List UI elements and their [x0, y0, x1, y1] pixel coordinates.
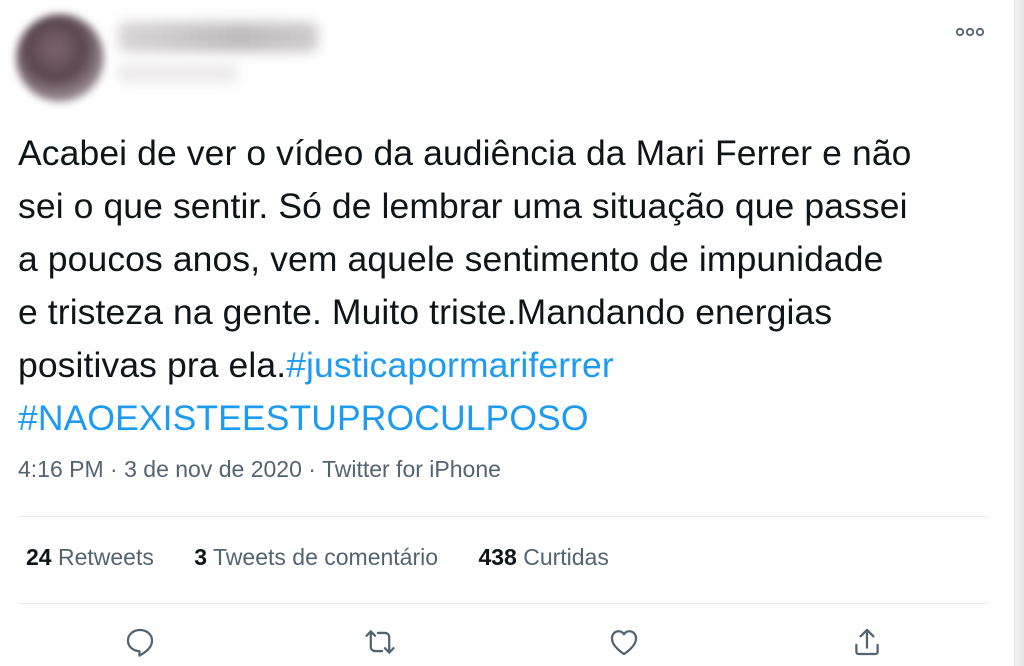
retweet-icon — [363, 625, 397, 664]
retweets-count: 24 — [26, 544, 52, 570]
tweet-stats: 24 Retweets 3 Tweets de comentário 438 C… — [26, 544, 643, 571]
tweet-source[interactable]: Twitter for iPhone — [322, 456, 501, 482]
quote-tweets-stat[interactable]: 3 Tweets de comentário — [194, 544, 438, 571]
share-button[interactable] — [847, 624, 887, 664]
likes-label: Curtidas — [523, 544, 609, 570]
retweets-stat[interactable]: 24 Retweets — [26, 544, 154, 571]
likes-stat[interactable]: 438 Curtidas — [478, 544, 608, 571]
retweet-button[interactable] — [360, 624, 400, 664]
tweet-text-line: sei o que sentir. Só de lembrar uma situ… — [18, 186, 908, 226]
divider — [18, 603, 988, 604]
meta-separator: · — [110, 456, 118, 482]
share-icon — [850, 625, 884, 664]
likes-count: 438 — [478, 544, 517, 570]
like-button[interactable] — [604, 624, 644, 664]
hashtag-link[interactable]: #NAOEXISTEESTUPROCULPOSO — [18, 398, 589, 438]
divider — [18, 516, 988, 517]
tweet-container: Acabei de ver o vídeo da audiência da Ma… — [0, 0, 1024, 666]
tweet-text-line: a poucos anos, vem aquele sentimento de … — [18, 239, 884, 279]
quote-tweets-label: Tweets de comentário — [213, 544, 439, 570]
tweet-time[interactable]: 4:16 PM — [18, 456, 104, 482]
heart-icon — [607, 625, 641, 664]
tweet-text-line: e tristeza na gente. Muito triste.Mandan… — [18, 292, 833, 332]
meta-separator: · — [308, 456, 316, 482]
quote-tweets-count: 3 — [194, 544, 208, 570]
tweet-metadata: 4:16 PM · 3 de nov de 2020 · Twitter for… — [18, 456, 501, 483]
reply-button[interactable] — [120, 624, 160, 664]
tweet-text: Acabei de ver o vídeo da audiência da Ma… — [18, 127, 993, 445]
hashtag-link[interactable]: #justicapormariferrer — [286, 345, 614, 385]
tweet-date[interactable]: 3 de nov de 2020 — [124, 456, 302, 482]
avatar[interactable] — [16, 14, 104, 102]
author-name-redacted[interactable] — [118, 22, 318, 52]
author-handle-redacted — [118, 64, 238, 82]
tweet-text-line: positivas pra ela. — [18, 345, 287, 385]
reply-icon — [123, 625, 157, 664]
window-scrollbar-edge — [1014, 0, 1024, 666]
tweet-text-line: Acabei de ver o vídeo da audiência da Ma… — [18, 133, 912, 173]
retweets-label: Retweets — [57, 544, 154, 570]
more-options-button[interactable] — [953, 22, 987, 44]
more-dots-icon — [955, 24, 985, 42]
